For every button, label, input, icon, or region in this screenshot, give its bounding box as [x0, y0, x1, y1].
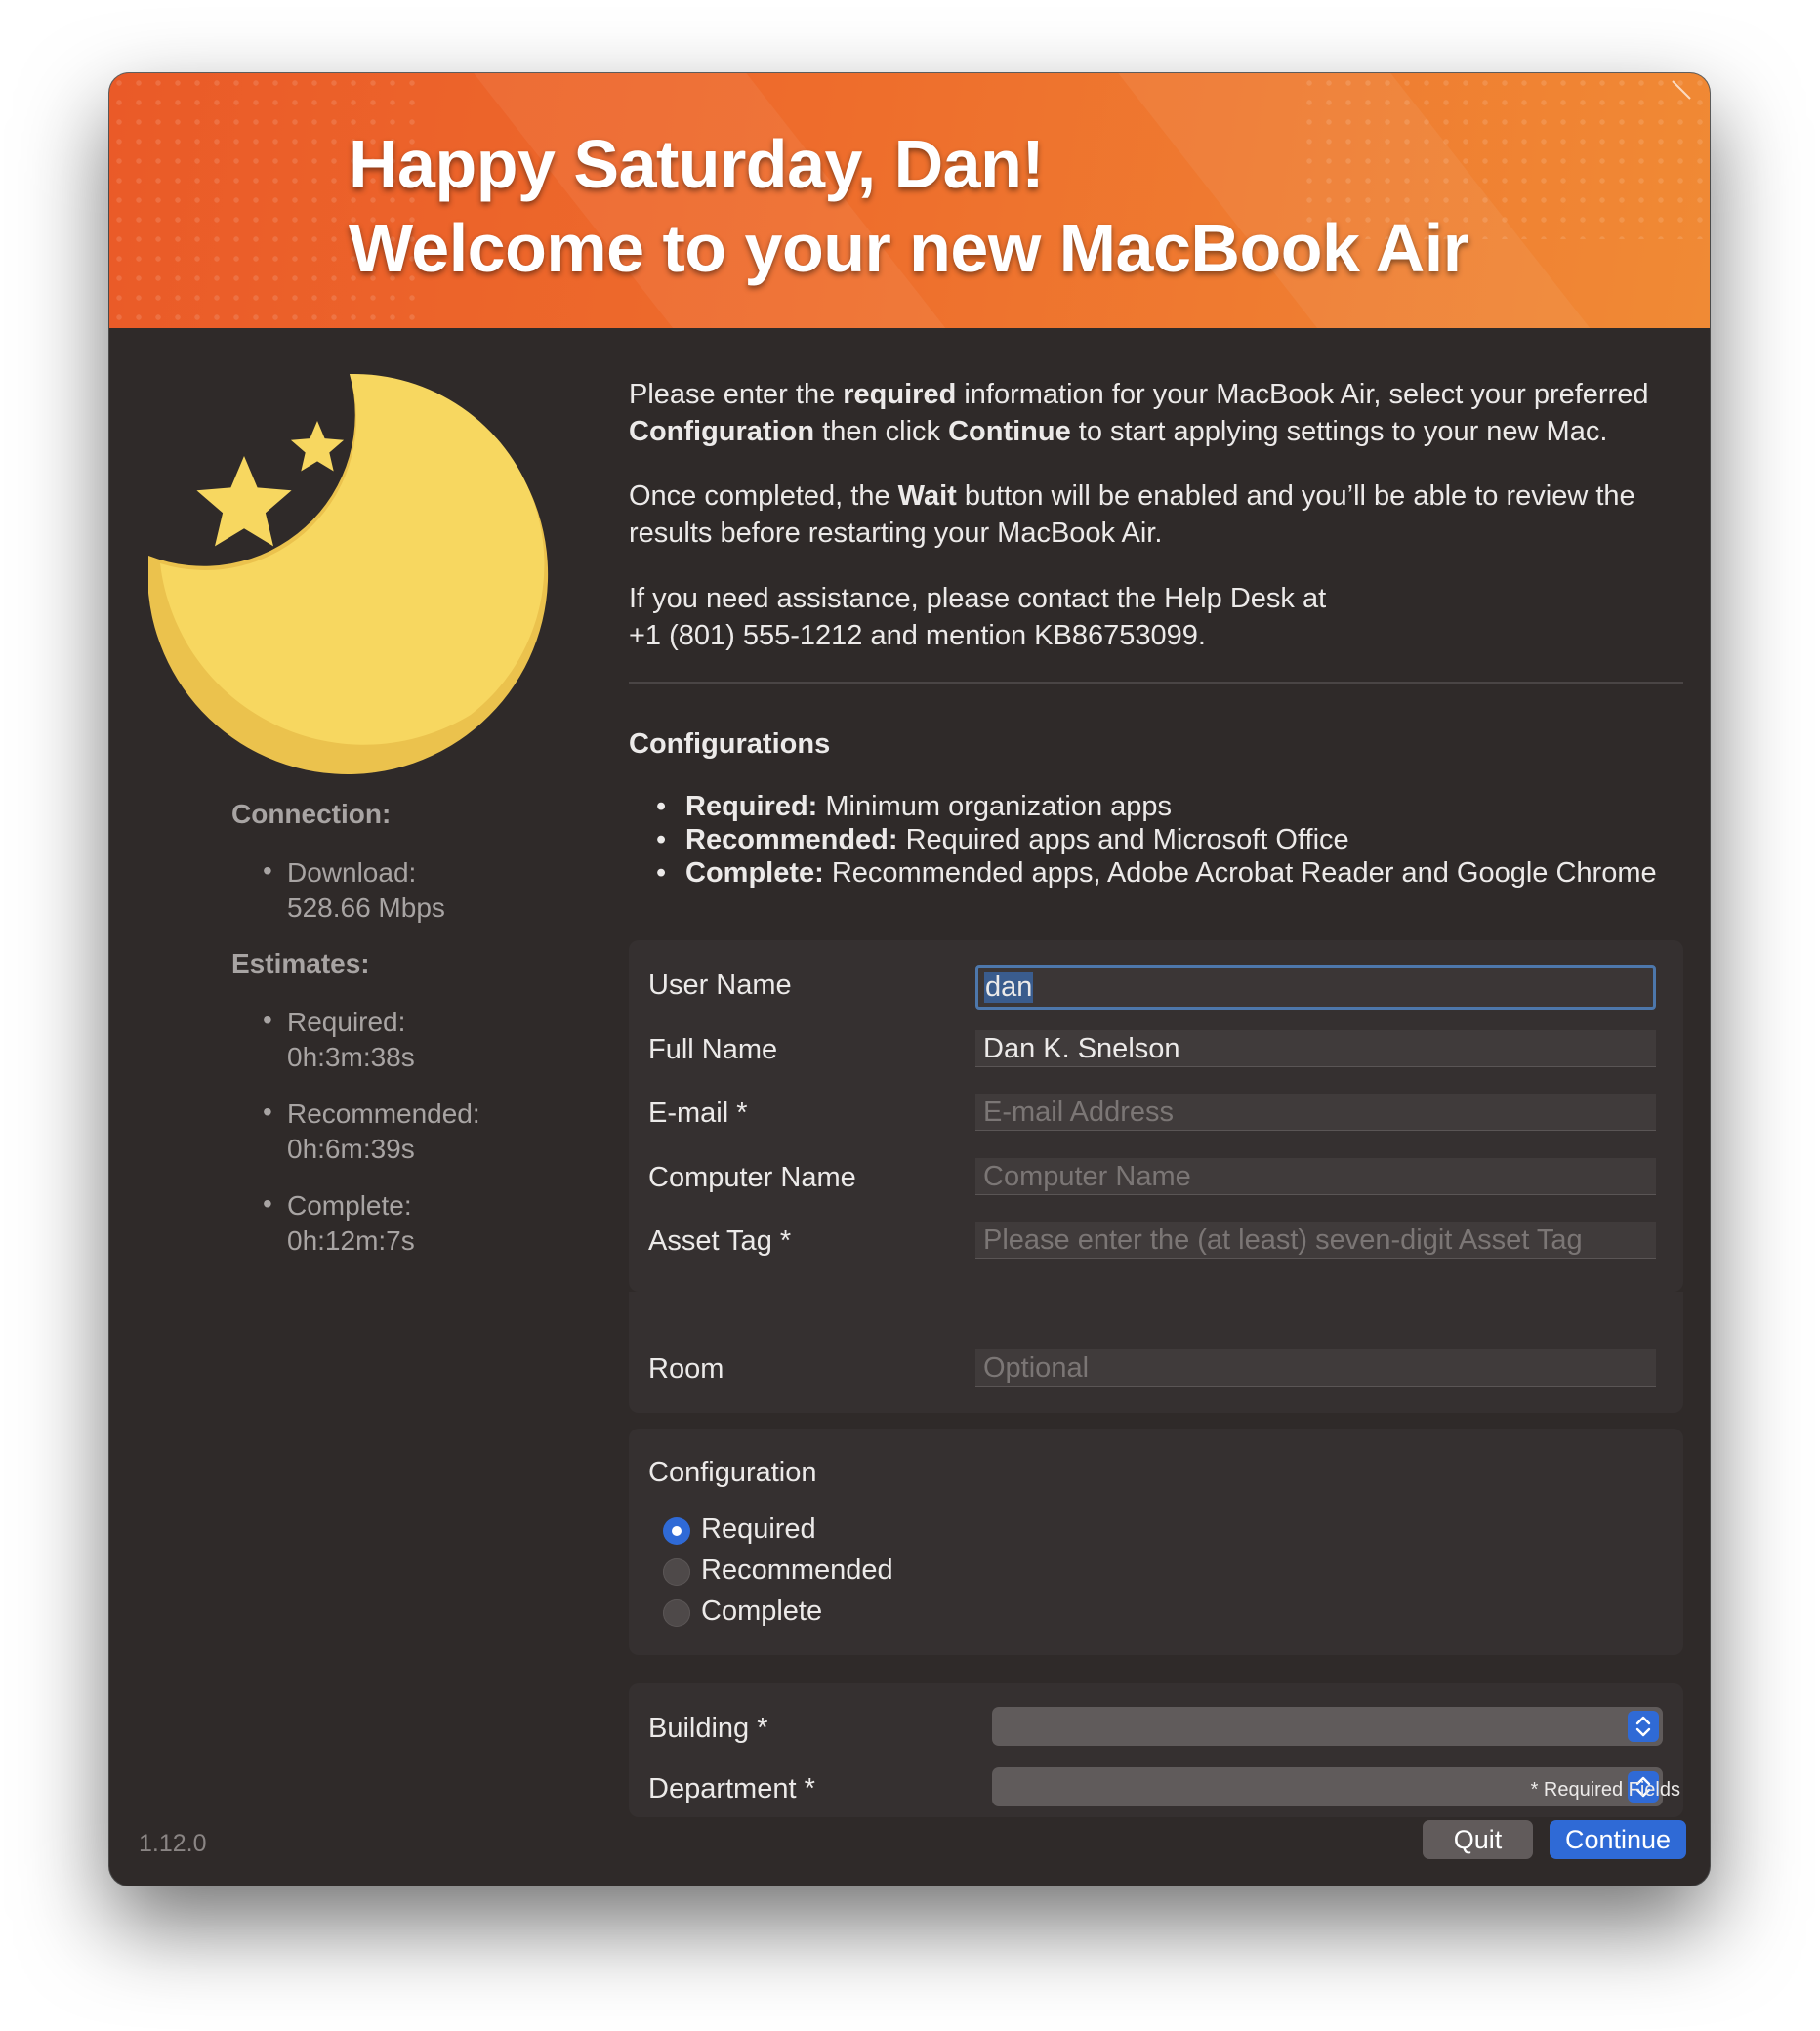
intro-text: to start applying settings to your new M…: [1070, 416, 1608, 447]
bullet: •: [656, 857, 667, 889]
download-value: 528.66 Mbps: [287, 892, 445, 923]
computer-name-field[interactable]: Computer Name: [975, 1158, 1656, 1195]
computer-name-label: Computer Name: [648, 1162, 856, 1193]
asset-tag-label: Asset Tag *: [648, 1225, 792, 1257]
estimate-value: 0h:3m:38s: [287, 1042, 415, 1072]
bullet: •: [263, 1005, 272, 1035]
list-item: • Recommended: Required apps and Microsof…: [656, 823, 1710, 856]
intro-text: button will be enabled and you’ll be abl…: [956, 480, 1635, 512]
estimate-label: Complete:: [287, 1190, 412, 1221]
intro-text: information for your MacBook Air, select…: [956, 379, 1649, 410]
banner-welcome: Welcome to your new MacBook Air: [349, 210, 1469, 286]
estimate-item: • Complete: 0h:12m:7s: [263, 1188, 415, 1259]
configurations-heading: Configurations: [629, 728, 831, 760]
config-name: Recommended:: [685, 824, 898, 855]
estimate-value: 0h:6m:39s: [287, 1134, 415, 1164]
bullet: •: [263, 855, 272, 886]
bullet: •: [656, 791, 667, 822]
config-desc: Recommended apps, Adobe Acrobat Reader a…: [823, 857, 1657, 889]
intro-bold: Continue: [948, 416, 1071, 447]
estimates-heading: Estimates:: [231, 948, 370, 978]
connection-section: Connection:: [231, 799, 391, 830]
location-panel: Building * Department *: [629, 1683, 1683, 1817]
banner-greeting: Happy Saturday, Dan!: [349, 126, 1045, 202]
intro-paragraph-3: If you need assistance, please contact t…: [629, 580, 1683, 654]
intro-paragraph-2: Once completed, the Wait button will be …: [629, 477, 1683, 552]
connection-heading: Connection:: [231, 799, 392, 829]
bullet: •: [263, 1188, 272, 1219]
full-name-field[interactable]: Dan K. Snelson: [975, 1030, 1656, 1067]
required-fields-note: * Required Fields: [1530, 1779, 1680, 1801]
building-label: Building *: [648, 1713, 768, 1744]
moon-and-stars-icon: [148, 373, 549, 774]
welcome-banner: Happy Saturday, Dan! Welcome to your new…: [109, 73, 1710, 328]
intro-bold: Configuration: [629, 416, 815, 447]
email-field[interactable]: E-mail Address: [975, 1094, 1656, 1131]
user-name-value: dan: [984, 972, 1034, 1003]
estimate-item: • Required: 0h:3m:38s: [263, 1005, 415, 1075]
estimate-label: Required:: [287, 1007, 406, 1037]
room-label: Room: [648, 1353, 724, 1385]
divider: [629, 682, 1683, 684]
radio-complete[interactable]: [663, 1599, 690, 1627]
estimate-item: • Recommended: 0h:6m:39s: [263, 1097, 480, 1167]
config-desc: Minimum organization apps: [817, 791, 1173, 822]
bullet: •: [263, 1097, 272, 1127]
user-name-field[interactable]: dan: [975, 965, 1656, 1010]
config-desc: Required apps and Microsoft Office: [897, 824, 1349, 855]
user-name-label: User Name: [648, 970, 792, 1001]
radio-label[interactable]: Complete: [701, 1596, 822, 1628]
list-item: • Required: Minimum organization apps: [656, 790, 1710, 823]
config-name: Required:: [685, 791, 818, 822]
room-field[interactable]: Optional: [975, 1349, 1656, 1387]
department-label: Department *: [648, 1773, 815, 1804]
intro-text: Please enter the: [629, 379, 844, 410]
full-name-label: Full Name: [648, 1034, 778, 1065]
configuration-panel: Configuration Required Recommended Compl…: [629, 1429, 1683, 1655]
download-item: • Download: 528.66 Mbps: [263, 855, 445, 926]
radio-required[interactable]: [663, 1517, 690, 1545]
intro-text: Once completed, the: [629, 480, 898, 512]
configuration-title: Configuration: [648, 1457, 817, 1488]
banner-title: Happy Saturday, Dan! Welcome to your new…: [349, 122, 1469, 290]
estimates-section: Estimates:: [231, 948, 370, 979]
help-desk-phone: +1 (801) 555-1212 and mention KB86753099…: [629, 620, 1206, 651]
radio-label[interactable]: Recommended: [701, 1554, 893, 1587]
intro-paragraph-1: Please enter the required information fo…: [629, 376, 1683, 450]
quit-button[interactable]: Quit: [1423, 1820, 1533, 1859]
configurations-list: • Required: Minimum organization apps • Re…: [656, 790, 1710, 890]
radio-recommended[interactable]: [663, 1558, 690, 1586]
chevron-up-down-icon: [1628, 1711, 1659, 1742]
help-desk-text: If you need assistance, please contact t…: [629, 583, 1327, 614]
building-select[interactable]: [992, 1707, 1663, 1746]
user-info-panel: User Name dan Full Name Dan K. Snelson E…: [629, 940, 1683, 1292]
email-label: E-mail *: [648, 1098, 748, 1129]
continue-button[interactable]: Continue: [1550, 1820, 1686, 1859]
setup-window: Happy Saturday, Dan! Welcome to your new…: [109, 73, 1710, 1886]
list-item: • Complete: Recommended apps, Adobe Acrob…: [656, 856, 1710, 890]
estimate-label: Recommended:: [287, 1098, 480, 1129]
download-label: Download:: [287, 857, 417, 888]
intro-text: results before restarting your MacBook A…: [629, 518, 1163, 549]
resize-corner-icon[interactable]: [1669, 79, 1692, 103]
intro-bold: required: [843, 379, 957, 410]
version-label: 1.12.0: [139, 1830, 207, 1857]
config-name: Complete:: [685, 857, 824, 889]
intro-text: then click: [814, 416, 949, 447]
estimate-value: 0h:12m:7s: [287, 1225, 415, 1256]
intro-bold: Wait: [897, 480, 957, 512]
bullet: •: [656, 824, 667, 855]
radio-label[interactable]: Required: [701, 1513, 816, 1546]
asset-tag-field[interactable]: Please enter the (at least) seven-digit …: [975, 1222, 1656, 1259]
